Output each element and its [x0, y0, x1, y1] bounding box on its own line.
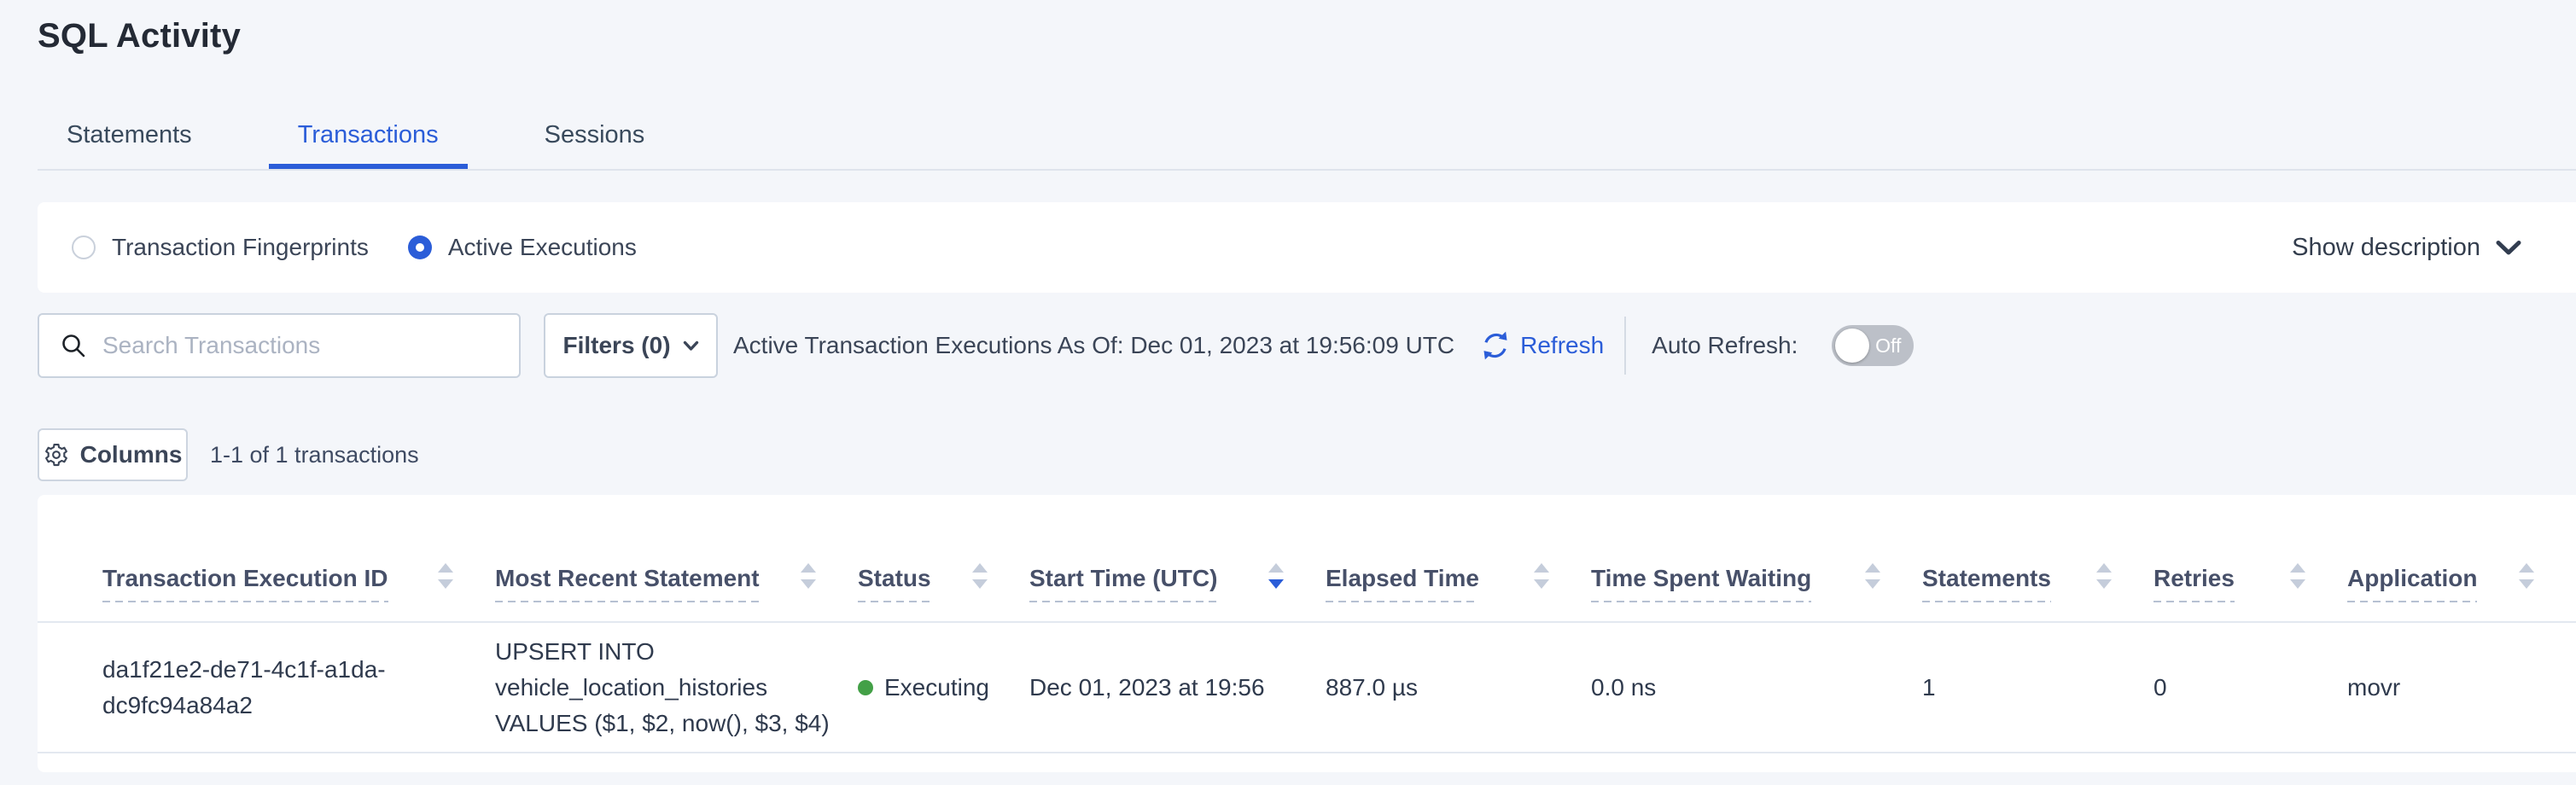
status-label: Executing [884, 670, 989, 706]
cell-statements: 1 [1922, 670, 2153, 706]
auto-refresh-toggle[interactable]: Off [1832, 325, 1914, 366]
radio-active-executions[interactable]: Active Executions [408, 234, 637, 261]
radio-selected-icon [408, 236, 432, 259]
column-header-most-recent-statement[interactable]: Most Recent Statement [495, 561, 858, 621]
columns-button-label: Columns [80, 441, 183, 468]
table-controls: Columns 1-1 of 1 transactions [38, 428, 2576, 481]
show-description-label: Show description [2292, 234, 2480, 262]
table-row[interactable]: da1f21e2-de71-4c1f-a1da-dc9fc94a84a2 UPS… [38, 623, 2576, 753]
column-header-start-time[interactable]: Start Time (UTC) [1029, 561, 1326, 621]
toolbar-divider [1624, 317, 1626, 375]
sort-icon [1862, 561, 1884, 590]
radio-transaction-fingerprints[interactable]: Transaction Fingerprints [72, 234, 369, 261]
cell-most-recent-statement: UPSERT INTO vehicle_location_histories V… [495, 634, 858, 741]
sort-icon [1530, 561, 1553, 590]
tab-sessions[interactable]: Sessions [516, 101, 674, 169]
filters-button[interactable]: Filters (0) [544, 313, 718, 378]
cell-status: Executing [858, 670, 1029, 706]
sort-icon [797, 561, 819, 590]
radio-label: Transaction Fingerprints [112, 234, 369, 261]
transactions-table: Transaction Execution ID Most Recent Sta… [38, 495, 2576, 772]
search-box [38, 313, 521, 378]
auto-refresh-label: Auto Refresh: [1652, 332, 1798, 359]
page-title: SQL Activity [38, 17, 241, 55]
radio-unselected-icon [72, 236, 96, 259]
column-header-application[interactable]: Application [2347, 561, 2576, 621]
column-header-retries[interactable]: Retries [2153, 561, 2347, 621]
cell-elapsed-time: 887.0 µs [1326, 670, 1591, 706]
column-header-time-spent-waiting[interactable]: Time Spent Waiting [1591, 561, 1922, 621]
refresh-label: Refresh [1520, 332, 1604, 359]
search-icon [60, 332, 87, 359]
radio-label: Active Executions [448, 234, 637, 261]
sql-activity-page: SQL Activity Statements Transactions Ses… [0, 0, 2576, 785]
results-count: 1-1 of 1 transactions [210, 442, 419, 468]
cell-transaction-execution-id: da1f21e2-de71-4c1f-a1da-dc9fc94a84a2 [38, 652, 495, 724]
sort-icon [434, 561, 457, 590]
tab-bar: Statements Transactions Sessions [38, 101, 2576, 171]
cell-application: movr [2347, 670, 2576, 706]
cell-time-spent-waiting: 0.0 ns [1591, 670, 1922, 706]
columns-button[interactable]: Columns [38, 428, 188, 481]
show-description-toggle[interactable]: Show description [2292, 234, 2521, 262]
status-executing-icon [858, 680, 873, 695]
gear-icon [44, 442, 69, 468]
tab-statements[interactable]: Statements [38, 101, 221, 169]
sort-icon [969, 561, 991, 590]
sort-icon [2093, 561, 2115, 590]
toolbar: Filters (0) Active Transaction Execution… [38, 313, 2576, 378]
column-header-statements[interactable]: Statements [1922, 561, 2153, 621]
cell-retries: 0 [2153, 670, 2347, 706]
sort-icon [2287, 561, 2309, 590]
sort-desc-icon [1265, 561, 1287, 590]
search-input[interactable] [102, 332, 502, 359]
column-header-status[interactable]: Status [858, 561, 1029, 621]
sort-icon [2515, 561, 2538, 590]
table-header-row: Transaction Execution ID Most Recent Sta… [38, 495, 2576, 623]
column-header-transaction-execution-id[interactable]: Transaction Execution ID [38, 561, 495, 621]
column-header-elapsed-time[interactable]: Elapsed Time [1326, 561, 1591, 621]
toggle-knob [1835, 329, 1869, 363]
tab-transactions[interactable]: Transactions [269, 101, 468, 169]
view-mode-card: Transaction Fingerprints Active Executio… [38, 202, 2576, 293]
filters-label: Filters (0) [562, 332, 670, 359]
chevron-down-icon [683, 340, 699, 352]
as-of-text: Active Transaction Executions As Of: Dec… [733, 332, 1454, 359]
toggle-state-label: Off [1875, 334, 1901, 358]
refresh-button[interactable]: Refresh [1479, 329, 1604, 362]
chevron-down-icon [2496, 240, 2521, 256]
refresh-icon [1479, 329, 1512, 362]
cell-start-time: Dec 01, 2023 at 19:56 [1029, 670, 1326, 706]
